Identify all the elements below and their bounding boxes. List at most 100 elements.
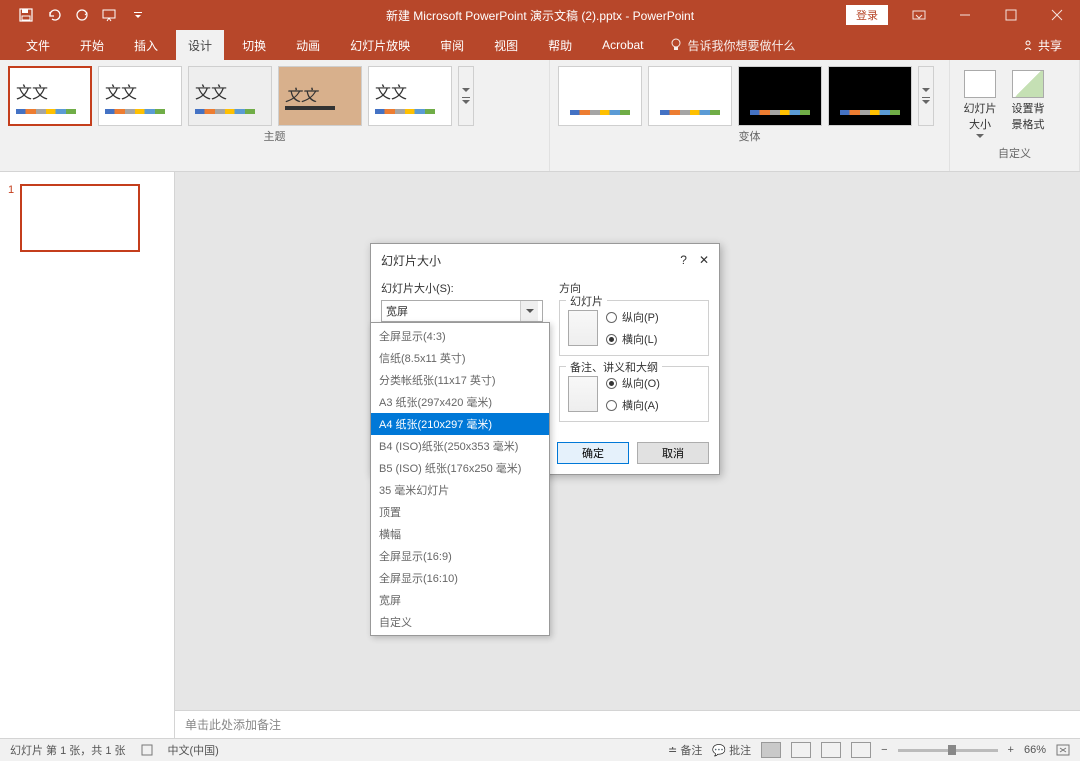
theme-text: 文文 [285,82,317,106]
close-button[interactable] [1034,0,1080,30]
radio-icon [606,378,617,389]
theme-thumb[interactable]: 文文 [8,66,92,126]
save-button[interactable] [14,3,38,27]
radio-label: 横向(A) [622,397,659,413]
slide-item[interactable]: 1 [8,184,166,252]
themes-gallery: 文文 文文 文文 文文 文文 [8,66,541,126]
customize-group: 幻灯片大小 设置背景格式 自定义 [950,60,1080,171]
slide-size-button[interactable]: 幻灯片大小 [958,66,1002,143]
zoom-out-button[interactable]: − [881,744,887,756]
bg-format-button[interactable]: 设置背景格式 [1006,66,1050,143]
window-title: 新建 Microsoft PowerPoint 演示文稿 (2).pptx - … [386,7,694,24]
tab-view[interactable]: 视图 [482,30,530,60]
status-lang[interactable]: 中文(中国) [168,742,219,758]
dropdown-item[interactable]: B5 (ISO) 纸张(176x250 毫米) [371,457,549,479]
theme-thumb[interactable]: 文文 [188,66,272,126]
dropdown-item[interactable]: 顶置 [371,501,549,523]
status-notes-button[interactable]: ≐ 备注 [668,742,702,758]
notes-orientation-group: 备注、讲义和大纲 纵向(O) 横向(A) [559,366,709,422]
variant-thumb[interactable] [558,66,642,126]
radio-landscape-notes[interactable]: 横向(A) [606,397,660,413]
notes-pane[interactable]: 单击此处添加备注 [175,710,1080,738]
theme-thumb[interactable]: 文文 [368,66,452,126]
variant-thumb[interactable] [738,66,822,126]
dropdown-item[interactable]: 宽屏 [371,589,549,611]
customize-label: 自定义 [958,143,1071,161]
dropdown-item[interactable]: 35 毫米幻灯片 [371,479,549,501]
radio-landscape-slides[interactable]: 横向(L) [606,331,659,347]
share-icon [1022,39,1034,51]
fit-window-button[interactable] [1056,744,1070,756]
dropdown-item[interactable]: 分类帐纸张(11x17 英寸) [371,369,549,391]
variant-thumb[interactable] [828,66,912,126]
status-right: ≐ 备注 💬 批注 − + 66% [668,742,1070,758]
tab-slideshow[interactable]: 幻灯片放映 [338,30,422,60]
theme-thumb[interactable]: 文文 [278,66,362,126]
dialog-titlebar: 幻灯片大小 ? ✕ [371,244,719,276]
qat-customize-button[interactable] [126,3,150,27]
zoom-value[interactable]: 66% [1024,744,1046,756]
tab-file[interactable]: 文件 [14,30,62,60]
zoom-slider[interactable] [898,749,998,752]
radio-portrait-notes[interactable]: 纵向(O) [606,375,660,391]
cancel-button[interactable]: 取消 [637,442,709,464]
themes-group: 文文 文文 文文 文文 文文 主题 [0,60,550,171]
view-normal-button[interactable] [761,742,781,758]
radio-portrait-slides[interactable]: 纵向(P) [606,309,659,325]
variants-more-button[interactable] [918,66,934,126]
start-slideshow-button[interactable] [98,3,122,27]
theme-thumb[interactable]: 文文 [98,66,182,126]
share-label: 共享 [1038,37,1062,54]
dialog-close-button[interactable]: ✕ [699,253,709,267]
size-combo[interactable]: 宽屏 [381,300,543,322]
themes-more-button[interactable] [458,66,474,126]
dropdown-item[interactable]: 自定义 [371,611,549,633]
theme-colorbar [375,109,435,114]
tab-acrobat[interactable]: Acrobat [590,30,655,60]
variant-thumb[interactable] [648,66,732,126]
variant-colorbar [660,110,720,115]
theme-colorbar [105,109,165,114]
radio-label: 横向(L) [622,331,657,347]
maximize-button[interactable] [988,0,1034,30]
tab-help[interactable]: 帮助 [536,30,584,60]
slides-orientation-group: 幻灯片 纵向(P) 横向(L) [559,300,709,356]
status-comments-button[interactable]: 💬 批注 [712,742,751,758]
dropdown-item[interactable]: 全屏显示(16:9) [371,545,549,567]
tab-design[interactable]: 设计 [176,30,224,60]
theme-text: 文文 [375,79,407,103]
dropdown-item[interactable]: 信纸(8.5x11 英寸) [371,347,549,369]
share-button[interactable]: 共享 [1022,37,1062,54]
ribbon-options-button[interactable] [896,0,942,30]
view-reading-button[interactable] [821,742,841,758]
dropdown-item[interactable]: 横幅 [371,523,549,545]
view-sorter-button[interactable] [791,742,811,758]
tab-animations[interactable]: 动画 [284,30,332,60]
slide-size-icon [964,70,996,98]
dropdown-item[interactable]: A3 纸张(297x420 毫米) [371,391,549,413]
tab-insert[interactable]: 插入 [122,30,170,60]
titlebar: 新建 Microsoft PowerPoint 演示文稿 (2).pptx - … [0,0,1080,30]
view-slideshow-button[interactable] [851,742,871,758]
dialog-help-button[interactable]: ? [680,253,687,267]
theme-text: 文文 [16,79,48,103]
login-button[interactable]: 登录 [846,5,888,25]
redo-button[interactable] [70,3,94,27]
dialog-title: 幻灯片大小 [381,252,441,269]
slides-group-title: 幻灯片 [566,293,607,309]
dropdown-item[interactable]: A4 纸张(210x297 毫米) [371,413,549,435]
tab-home[interactable]: 开始 [68,30,116,60]
ok-button[interactable]: 确定 [557,442,629,464]
slide-thumbnail[interactable] [20,184,140,252]
dropdown-item[interactable]: 全屏显示(16:10) [371,567,549,589]
theme-text: 文文 [105,79,137,103]
tell-me[interactable]: 告诉我你想要做什么 [670,37,796,54]
minimize-button[interactable] [942,0,988,30]
undo-button[interactable] [42,3,66,27]
tab-review[interactable]: 审阅 [428,30,476,60]
zoom-in-button[interactable]: + [1008,744,1014,756]
accessibility-icon[interactable] [140,743,154,757]
dropdown-item[interactable]: B4 (ISO)纸张(250x353 毫米) [371,435,549,457]
tab-transitions[interactable]: 切换 [230,30,278,60]
dropdown-item[interactable]: 全屏显示(4:3) [371,325,549,347]
